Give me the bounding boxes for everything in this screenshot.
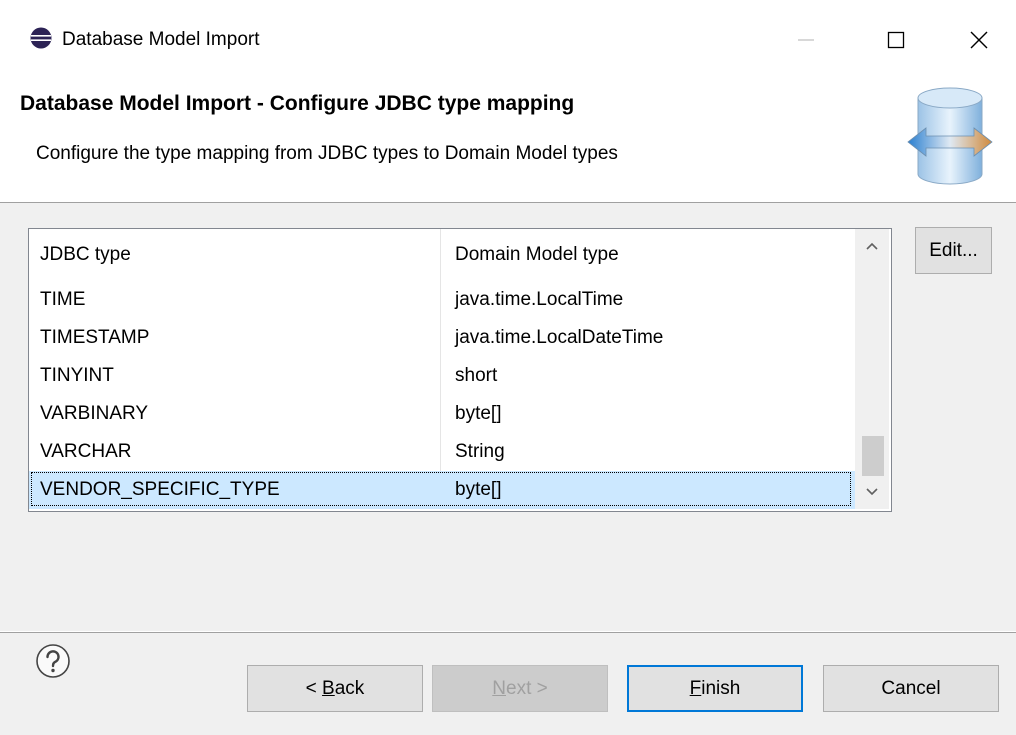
column-header-jdbc-type[interactable]: JDBC type (40, 229, 131, 281)
eclipse-icon (30, 27, 52, 49)
chevron-up-icon (866, 242, 878, 250)
table-row[interactable]: TIME java.time.LocalTime (29, 281, 855, 319)
database-transfer-icon (907, 87, 993, 185)
table-row[interactable]: VARBINARY byte[] (29, 395, 855, 433)
next-button-mnemonic: N (492, 677, 506, 699)
cell-domain-model-type: java.time.LocalDateTime (455, 327, 664, 348)
scroll-down-button[interactable] (855, 475, 889, 509)
cell-jdbc-type: TINYINT (40, 365, 114, 386)
cell-jdbc-type: TIMESTAMP (40, 327, 150, 348)
table-row[interactable]: TIMESTAMP java.time.LocalDateTime (29, 319, 855, 357)
cancel-button[interactable]: Cancel (823, 665, 999, 712)
table-row[interactable]: VARCHAR String (29, 433, 855, 471)
back-button-label: ack (334, 677, 365, 699)
cell-domain-model-type: byte[] (455, 479, 502, 500)
maximize-icon (887, 31, 905, 49)
cell-jdbc-type: TIME (40, 289, 86, 310)
back-button-prefix: < (305, 677, 323, 699)
edit-button[interactable]: Edit... (915, 227, 992, 274)
table-header: JDBC type Domain Model type (29, 229, 855, 281)
cell-jdbc-type: VENDOR_SPECIFIC_TYPE (40, 479, 280, 500)
chevron-down-icon (866, 488, 878, 496)
wizard-page-description: Configure the type mapping from JDBC typ… (36, 143, 618, 164)
table-row[interactable]: TINYINT short (29, 357, 855, 395)
cell-domain-model-type: short (455, 365, 498, 386)
back-button-mnemonic: B (322, 677, 335, 699)
cell-domain-model-type: java.time.LocalTime (455, 289, 624, 310)
finish-button[interactable]: Finish (627, 665, 803, 712)
help-icon[interactable] (35, 643, 71, 679)
scroll-thumb[interactable] (862, 436, 884, 476)
window-title: Database Model Import (62, 29, 260, 50)
minimize-button[interactable] (771, 16, 841, 64)
cell-jdbc-type: VARBINARY (40, 403, 149, 424)
close-icon (970, 31, 988, 49)
next-button-label: ext > (506, 677, 548, 699)
cell-domain-model-type: String (455, 441, 505, 462)
minimize-icon (798, 39, 814, 41)
table-row[interactable]: VENDOR_SPECIFIC_TYPE byte[] (29, 471, 855, 509)
finish-button-label: inish (701, 677, 741, 699)
column-header-domain-model-type[interactable]: Domain Model type (455, 229, 619, 281)
close-button[interactable] (944, 16, 1014, 64)
finish-button-mnemonic: F (689, 677, 702, 699)
next-button[interactable]: Next > (432, 665, 608, 712)
wizard-page-title: Database Model Import - Configure JDBC t… (20, 92, 575, 115)
scroll-up-button[interactable] (855, 229, 889, 263)
cell-jdbc-type: VARCHAR (40, 441, 132, 462)
back-button[interactable]: < Back (247, 665, 423, 712)
maximize-button[interactable] (861, 16, 931, 64)
cell-domain-model-type: byte[] (455, 403, 502, 424)
